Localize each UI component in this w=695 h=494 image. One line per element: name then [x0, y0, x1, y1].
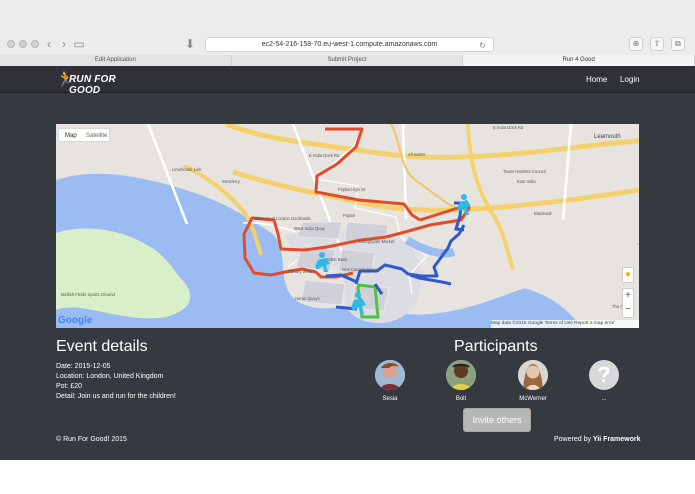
svg-text:HSBC Bank: HSBC Bank — [325, 257, 348, 262]
participant-unknown[interactable]: ? ... — [582, 360, 626, 403]
minimize-window-icon[interactable] — [19, 40, 27, 48]
map-canvas: E India Dock Rd E India Dock Rd All Sain… — [56, 124, 639, 328]
participants-title: Participants — [454, 338, 538, 355]
copyright-text: © Run For Good! 2015 — [56, 436, 127, 443]
participant-name: McWerner — [519, 396, 547, 402]
download-icon[interactable]: ⬇ — [183, 37, 197, 51]
participant-mcwerner[interactable]: McWerner — [511, 360, 555, 403]
tabs-icon[interactable]: ⧉ — [671, 37, 685, 51]
powered-by-prefix: Powered by — [554, 436, 591, 443]
question-mark-icon: ? — [589, 360, 619, 390]
svg-text:Mellish Fields Sports Ground: Mellish Fields Sports Ground — [61, 292, 115, 297]
svg-text:E India Dock Rd: E India Dock Rd — [309, 153, 340, 158]
event-detail: Detail: Join us and run for the children… — [56, 393, 176, 400]
forward-icon[interactable]: › — [57, 37, 71, 51]
svg-text:Heron Quays: Heron Quays — [295, 296, 320, 301]
browser-tab-edit-application[interactable]: Edit Application — [0, 55, 232, 66]
participant-bolt[interactable]: Bolt — [439, 360, 483, 403]
tab-bar: Edit Application Submit Project Run 4 Go… — [0, 55, 695, 66]
powered-by: Powered by Yii Framework — [554, 435, 641, 444]
route-map[interactable]: E India Dock Rd E India Dock Rd All Sain… — [56, 124, 639, 328]
map-type-satellite-button[interactable]: Satellite — [86, 129, 107, 143]
avatar — [518, 360, 548, 390]
event-pot: Pot: £20 — [56, 383, 83, 390]
svg-text:Canary Wharf: Canary Wharf — [288, 269, 315, 274]
svg-text:East India: East India — [517, 179, 536, 184]
svg-text:West India Quay: West India Quay — [294, 226, 326, 231]
yii-framework-link[interactable]: Yii Framework — [593, 436, 641, 443]
participant-name: Sesia — [382, 396, 398, 402]
participant-sesia[interactable]: Sesia — [368, 360, 412, 403]
participant-name: Bolt — [455, 396, 467, 402]
close-window-icon[interactable] — [7, 40, 15, 48]
svg-text:Poplar: Poplar — [343, 213, 356, 218]
nav-login-link[interactable]: Login — [620, 66, 640, 93]
pegman-icon[interactable]: ● — [622, 267, 634, 283]
browser-tab-submit-project[interactable]: Submit Project — [231, 55, 464, 66]
brand-logo[interactable]: 🏃 RUN FOR GOOD — [56, 71, 142, 97]
runner-logo-icon: 🏃 — [56, 71, 75, 88]
url-bar[interactable]: ec2-54-216-158-70.eu-west-1.compute.amaz… — [205, 37, 494, 52]
zoom-window-icon[interactable] — [31, 40, 39, 48]
nav-home-link[interactable]: Home — [586, 66, 607, 93]
svg-text:Poplar High St: Poplar High St — [338, 187, 366, 192]
svg-text:Museum of London Docklands: Museum of London Docklands — [254, 216, 311, 221]
participant-name: ... — [601, 396, 607, 402]
svg-text:Billingsgate Market: Billingsgate Market — [359, 239, 395, 244]
svg-text:Limehouse Link: Limehouse Link — [172, 167, 202, 172]
back-icon[interactable]: ‹ — [42, 37, 56, 51]
map-zoom-control[interactable]: + − — [622, 288, 634, 318]
event-details-title: Event details — [56, 338, 148, 355]
svg-text:Tower Hamlets Council: Tower Hamlets Council — [503, 169, 546, 174]
share-icon[interactable]: ⇧ — [650, 37, 664, 51]
url-text: ec2-54-216-158-70.eu-west-1.compute.amaz… — [261, 41, 438, 48]
avatar — [375, 360, 405, 390]
sidebar-icon[interactable]: ▭ — [72, 37, 86, 51]
svg-text:Westferry: Westferry — [222, 179, 241, 184]
zoom-in-button[interactable]: + — [623, 289, 633, 303]
downloads-icon[interactable]: ⊕ — [629, 37, 643, 51]
invite-others-button[interactable]: Invite others — [463, 408, 531, 432]
avatar — [446, 360, 476, 390]
google-logo-text: Google — [58, 315, 93, 326]
map-type-map-button[interactable]: Map — [65, 129, 77, 143]
event-location: Location: London, United Kingdom — [56, 373, 164, 380]
svg-text:All Saints: All Saints — [408, 152, 425, 157]
svg-text:E India Dock Rd: E India Dock Rd — [493, 125, 524, 130]
browser-chrome: ‹ › ▭ ⬇ ec2-54-216-158-70.eu-west-1.comp… — [0, 0, 695, 66]
browser-tab-run-4-good[interactable]: Run 4 Good — [463, 55, 695, 66]
zoom-out-button[interactable]: − — [623, 303, 633, 317]
google-logo: Google — [58, 315, 92, 326]
svg-text:Blackwall: Blackwall — [534, 211, 552, 216]
event-date: Date: 2015-12-05 — [56, 363, 111, 370]
map-attribution: Map data ©2015 Google Terms of Use Repor… — [491, 320, 639, 328]
svg-text:One Canada Square: One Canada Square — [342, 267, 381, 272]
map-type-switch[interactable]: Map Satellite — [58, 128, 110, 142]
svg-text:Leamouth: Leamouth — [594, 134, 621, 140]
reload-icon[interactable]: ↻ — [479, 39, 486, 52]
